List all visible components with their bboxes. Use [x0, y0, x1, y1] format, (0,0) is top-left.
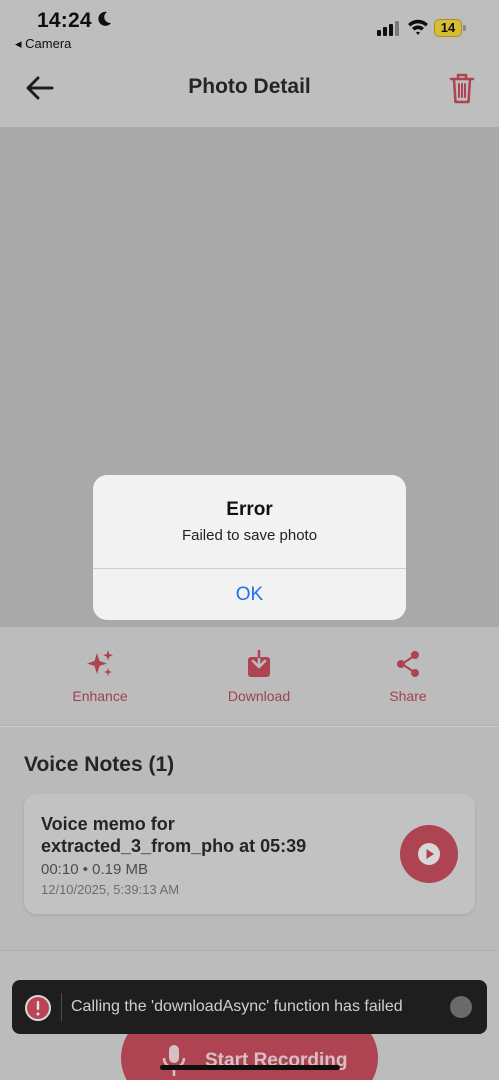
battery-level: 14	[440, 20, 456, 35]
trash-icon[interactable]	[447, 71, 477, 105]
share-label: Share	[389, 688, 427, 704]
error-alert-icon	[25, 995, 51, 1021]
page-title: Photo Detail	[188, 75, 311, 98]
enhance-button[interactable]: Enhance	[40, 649, 160, 704]
dialog-title: Error	[226, 499, 273, 520]
voice-notes-title: Voice Notes (1)	[24, 753, 175, 776]
share-icon	[397, 651, 419, 677]
download-label: Download	[227, 688, 291, 704]
share-button[interactable]: Share	[348, 649, 468, 704]
dialog-ok-button[interactable]: OK	[93, 569, 406, 620]
error-dialog: Error Failed to save photo OK	[93, 475, 406, 620]
toast-message: Calling the 'downloadAsync' function has…	[71, 998, 403, 1015]
cellular-signal-icon	[377, 21, 399, 36]
toast-dismiss-button[interactable]	[450, 996, 472, 1018]
voice-memo-date: 12/10/2025, 5:39:13 AM	[41, 882, 180, 897]
home-indicator[interactable]	[160, 1065, 340, 1070]
play-button[interactable]	[400, 825, 458, 883]
dialog-message: Failed to save photo	[181, 527, 318, 544]
error-toast[interactable]: Calling the 'downloadAsync' function has…	[12, 980, 487, 1034]
wifi-icon	[408, 19, 428, 35]
microphone-icon	[162, 1045, 186, 1076]
download-button[interactable]: Download	[199, 649, 319, 704]
battery-cap	[463, 25, 466, 31]
sparkles-icon	[87, 650, 113, 676]
toast-divider	[61, 993, 62, 1021]
voice-notes-section: Voice Notes (1) Voice memo for extracted…	[0, 727, 499, 950]
download-icon	[248, 649, 270, 677]
status-time: 14:24	[37, 9, 92, 32]
enhance-label: Enhance	[72, 688, 128, 704]
voice-memo-title: Voice memo for extracted_3_from_pho at 0…	[41, 814, 307, 856]
voice-memo-meta: 00:10 • 0.19 MB	[41, 861, 148, 878]
moon-icon	[98, 11, 111, 26]
voice-memo-card[interactable]: Voice memo for extracted_3_from_pho at 0…	[24, 794, 475, 914]
photo-actions-bar: Enhance Download Share	[0, 627, 499, 726]
play-icon	[418, 843, 440, 865]
battery-indicator: 14	[434, 18, 466, 38]
back-to-app-link[interactable]: ◂ Camera	[15, 36, 71, 52]
app-header: Photo Detail	[0, 56, 499, 127]
status-bar: 14:24 ◂ Camera 14	[0, 0, 499, 56]
